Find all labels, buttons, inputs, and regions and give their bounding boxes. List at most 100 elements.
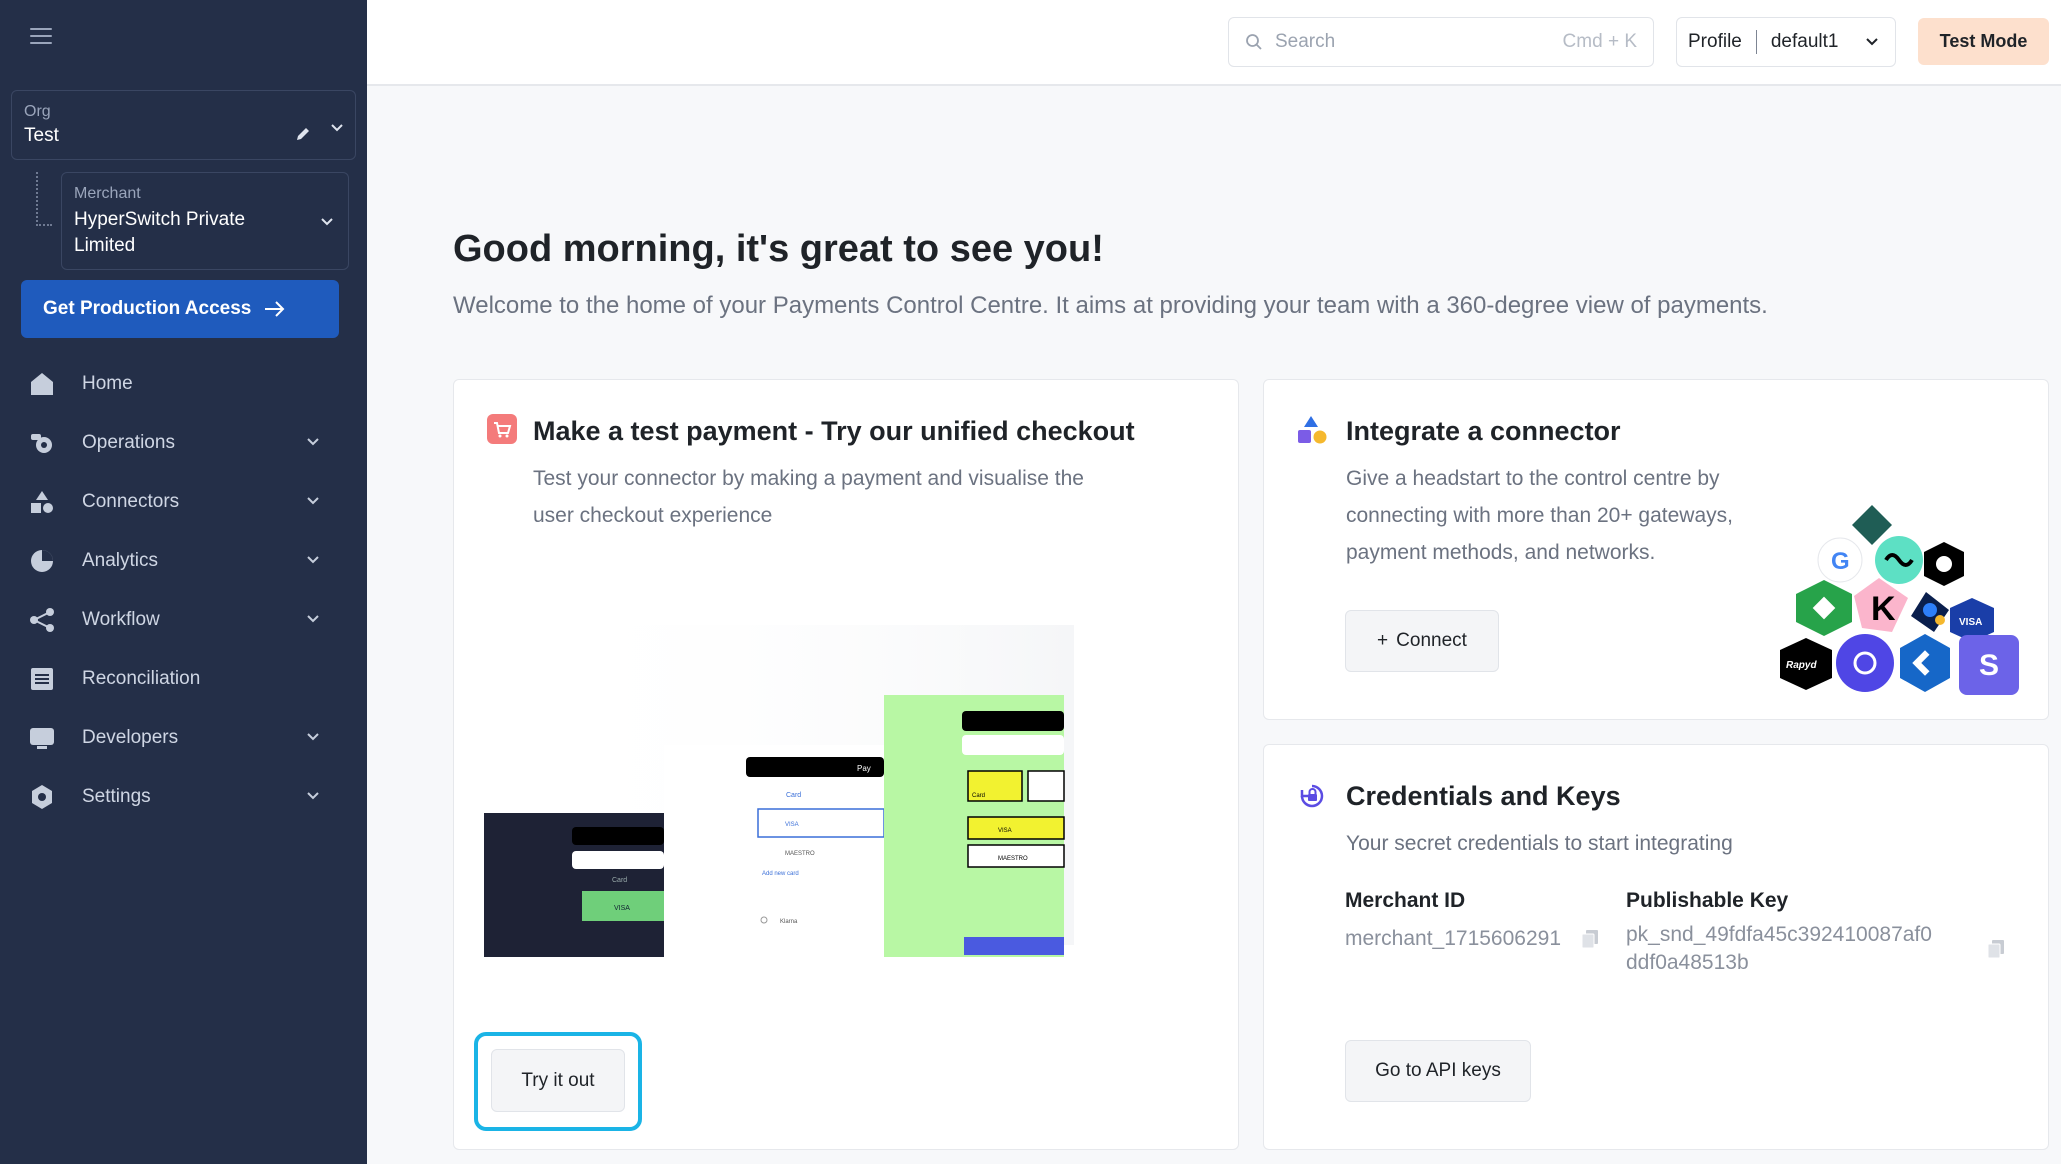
merchant-id-label: Merchant ID [1345,889,1466,912]
card-description: Your secret credentials to start integra… [1346,832,1733,855]
pencil-icon[interactable] [294,125,312,143]
connect-button-label: Connect [1396,630,1467,651]
chevron-down-icon [307,497,319,505]
connect-button[interactable]: + Connect [1345,610,1499,672]
reconciliation-icon [28,665,56,693]
preview-visa-label: VISA [785,822,799,828]
try-it-out-button[interactable]: Try it out [491,1049,625,1112]
org-label: Org [24,103,51,120]
arrow-right-icon [265,301,285,317]
copy-icon[interactable] [1581,929,1599,949]
greeting-heading: Good morning, it's great to see you! [453,228,1104,270]
card-description: Test your connector by making a payment … [533,467,1084,527]
get-production-access-button[interactable]: Get Production Access [21,280,339,338]
merchant-label: Merchant [74,185,141,202]
preview-maestro-label: MAESTRO [998,856,1028,862]
sidebar: Org Test Merchant HyperSwitch Private Li… [0,0,367,1164]
sidebar-item-label: Home [82,372,133,394]
publishable-key-value-line1: pk_snd_49fdfa45c392410087af0 [1626,923,1932,946]
profile-label: Profile [1688,31,1742,52]
sidebar-item-developers[interactable]: Developers [0,708,367,767]
merchant-selector[interactable]: Merchant HyperSwitch Private Limited [61,172,349,270]
crypto-logo-icon [1852,505,1892,545]
sidebar-item-analytics[interactable]: Analytics [0,531,367,590]
search-input[interactable]: Search Cmd + K [1228,17,1654,67]
checkout-preview-illustration: Card VISA Pay Card VISA MAESTRO Add new … [484,625,1074,960]
integrate-connector-card: Integrate a connector Give a headstart t… [1263,379,2049,720]
preview-card-label: Card [786,792,801,799]
sidebar-item-label: Settings [82,785,151,807]
sidebar-item-connectors[interactable]: Connectors [0,472,367,531]
test-payment-card: Make a test payment - Try our unified ch… [453,379,1239,1150]
analytics-icon [28,547,56,575]
preview-gpay-label: Pay [857,764,871,773]
menu-icon[interactable] [30,28,52,46]
plus-icon: + [1377,630,1389,651]
card-description: Give a headstart to the control centre b… [1346,467,1733,564]
shapes-icon [1298,416,1327,444]
production-button-label: Get Production Access [43,298,252,319]
copy-icon[interactable] [1987,939,2005,959]
welcome-text: Welcome to the home of your Payments Con… [453,292,1768,319]
card-title: Make a test payment - Try our unified ch… [533,416,1135,446]
preview-add-card-label: Add new card [762,871,799,877]
chevron-down-icon [1866,38,1878,46]
card-title: Credentials and Keys [1346,781,1621,811]
sidebar-item-settings[interactable]: Settings [0,767,367,826]
merchant-id-value: merchant_1715606291 [1345,927,1562,950]
svg-text:G: G [1831,548,1850,575]
org-selector[interactable]: Org Test [11,90,356,160]
preview-visa-label: VISA [614,905,630,912]
svg-text:S: S [1979,649,1999,682]
settings-icon [28,783,56,811]
sidebar-item-home[interactable]: Home [0,354,367,413]
preview-maestro-label: MAESTRO [785,851,815,857]
sidebar-item-operations[interactable]: Operations [0,413,367,472]
sidebar-item-label: Operations [82,431,175,453]
publishable-key-label: Publishable Key [1626,889,1789,912]
workflow-icon [28,606,56,634]
developers-icon [28,724,56,752]
chevron-down-icon [307,556,319,564]
connectors-icon [28,488,56,516]
sidebar-item-label: Developers [82,726,179,748]
shopping-cart-icon [487,414,517,444]
org-name: Test [24,125,59,146]
sidebar-item-label: Connectors [82,490,180,512]
go-to-api-keys-button[interactable]: Go to API keys [1345,1040,1531,1102]
credentials-keys-card: Credentials and Keys Your secret credent… [1263,744,2049,1150]
checkout-logo-icon [1836,634,1894,692]
search-icon [1246,34,1262,50]
sidebar-item-label: Reconciliation [82,667,201,689]
chevron-down-icon [307,615,319,623]
profile-divider [1755,30,1757,54]
test-mode-button[interactable]: Test Mode [1918,18,2049,65]
preview-card-label: Card [972,793,985,799]
chevron-down-icon [307,733,319,741]
connector-logos-cluster: G K VISA Rapyd S [1780,505,2019,695]
merchant-tree-line [36,172,52,226]
home-icon [28,370,56,398]
operations-icon [28,429,56,457]
preview-klarna-label: Klarna [780,919,798,925]
sidebar-item-reconciliation[interactable]: Reconciliation [0,649,367,708]
chevron-down-icon [307,792,319,800]
sidebar-item-workflow[interactable]: Workflow [0,590,367,649]
merchant-name: HyperSwitch Private Limited [74,209,246,256]
search-placeholder: Search [1275,31,1336,52]
sidebar-item-label: Analytics [82,549,159,571]
profile-selector[interactable]: Profile default1 [1676,17,1896,67]
chevron-down-icon[interactable] [328,119,346,137]
card-title: Integrate a connector [1346,416,1621,446]
search-shortcut: Cmd + K [1562,31,1637,52]
key-lock-icon [1300,784,1324,808]
preview-visa-label: VISA [998,828,1012,834]
sidebar-nav: Home Operations Connectors Analytics Wor… [0,354,367,826]
svg-text:Rapyd: Rapyd [1786,660,1817,671]
profile-value: default1 [1770,31,1839,52]
chevron-down-icon[interactable] [318,213,336,231]
publishable-key-value-line2: ddf0a48513b [1626,951,1749,974]
sidebar-item-label: Workflow [82,608,160,630]
svg-text:VISA: VISA [1959,617,1982,628]
chevron-down-icon [307,438,319,446]
